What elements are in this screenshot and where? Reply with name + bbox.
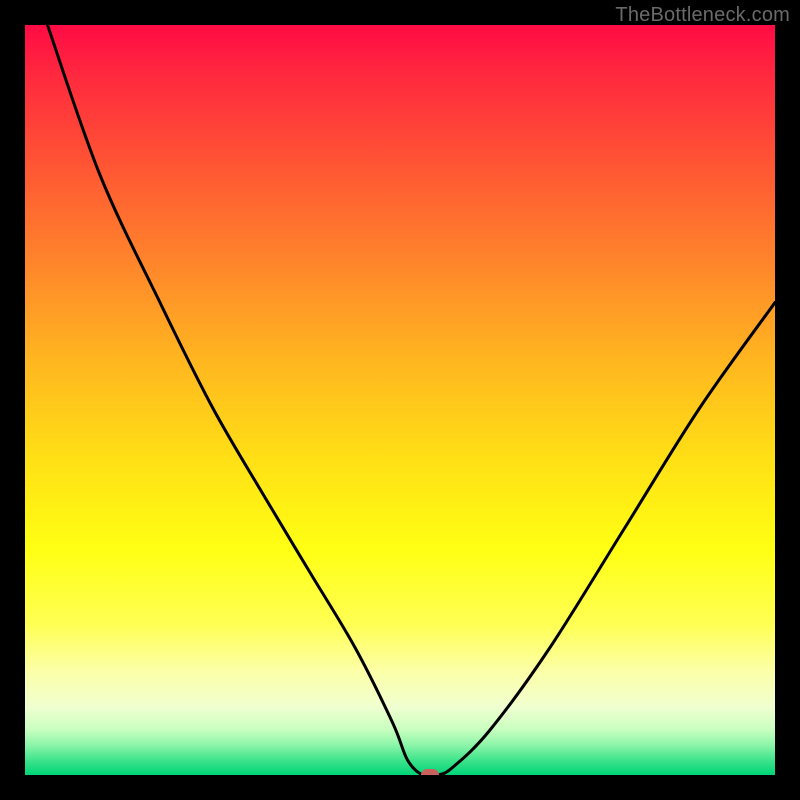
- watermark-text: TheBottleneck.com: [615, 4, 790, 27]
- bottleneck-curve-path: [48, 25, 776, 775]
- chart-curve: [25, 25, 775, 775]
- chart-plot-area: [25, 25, 775, 775]
- chart-frame: TheBottleneck.com: [0, 0, 800, 800]
- chart-minimum-marker: [421, 769, 439, 775]
